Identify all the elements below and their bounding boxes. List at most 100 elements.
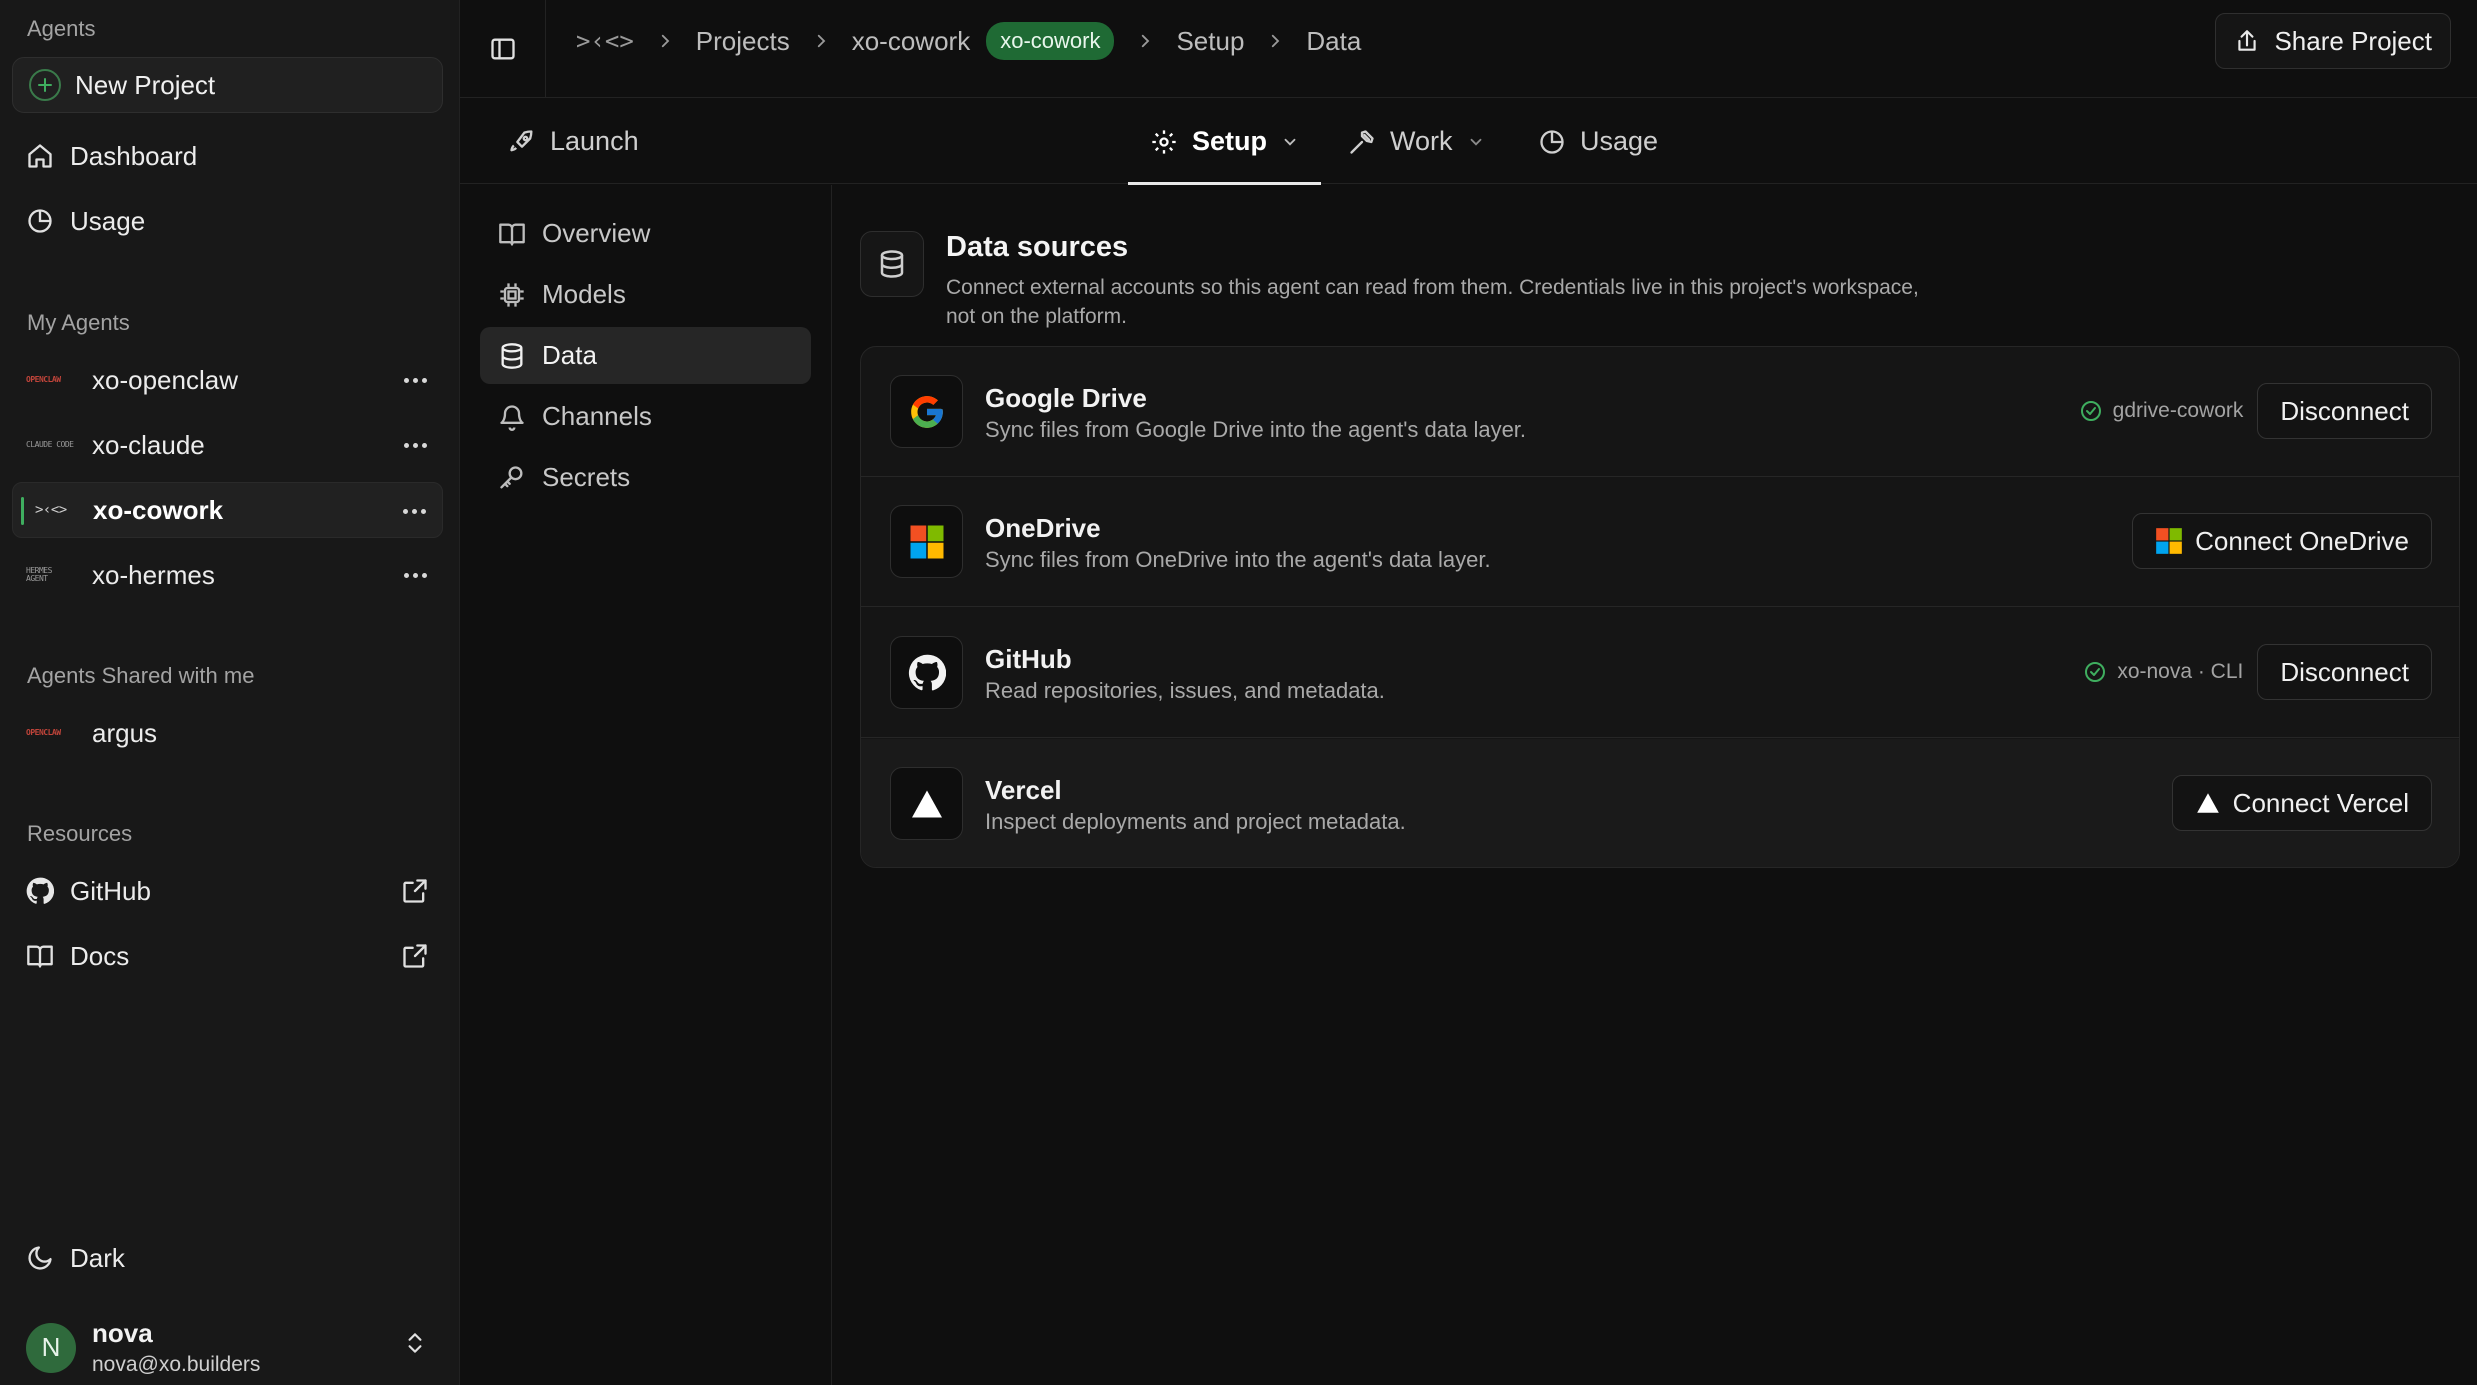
agent-name: xo-hermes	[92, 559, 215, 590]
page-description: Connect external accounts so this agent …	[946, 276, 1919, 328]
home-logo-icon[interactable]: >‹<>	[576, 27, 634, 55]
resource-github-link[interactable]: GitHub	[12, 863, 443, 919]
shared-agents-label: Agents Shared with me	[27, 663, 255, 688]
microsoft-icon	[2155, 527, 2183, 555]
service-description: Sync files from Google Drive into the ag…	[985, 417, 1527, 442]
gear-icon	[1150, 128, 1178, 156]
subnav-item-models[interactable]: Models	[480, 266, 811, 323]
agent-name: xo-openclaw	[92, 364, 238, 395]
pie-chart-icon	[26, 207, 54, 235]
disconnect-google-drive-button[interactable]: Disconnect	[2257, 383, 2432, 439]
connection-status: xo-nova · CLI	[2083, 660, 2243, 684]
agent-item-argus[interactable]: OPENCLAW argus	[12, 705, 443, 761]
external-link-icon	[401, 942, 429, 970]
button-label: Connect OneDrive	[2195, 525, 2409, 556]
share-icon	[2234, 28, 2260, 54]
data-source-google-drive: Google Drive Sync files from Google Driv…	[861, 347, 2459, 477]
breadcrumb-setup[interactable]: Setup	[1176, 26, 1244, 57]
agents-section-label: Agents	[27, 16, 96, 41]
service-description: Inspect deployments and project metadata…	[985, 809, 1406, 834]
service-description: Read repositories, issues, and metadata.	[985, 678, 1385, 703]
tab-label: Launch	[550, 126, 639, 156]
subnav-item-channels[interactable]: Channels	[480, 388, 811, 445]
share-project-button[interactable]: Share Project	[2215, 13, 2451, 69]
new-project-button[interactable]: New Project	[12, 57, 443, 113]
more-options-icon[interactable]	[401, 561, 429, 589]
chevron-right-icon	[1266, 32, 1284, 50]
cowork-logo-icon: >‹<>	[35, 502, 67, 518]
user-email: nova@xo.builders	[92, 1353, 261, 1376]
data-source-github: GitHub Read repositories, issues, and me…	[861, 608, 2459, 738]
tab-launch[interactable]: Launch	[508, 99, 639, 184]
disconnect-github-button[interactable]: Disconnect	[2257, 644, 2432, 700]
check-circle-icon	[2083, 660, 2107, 684]
agent-item-xo-openclaw[interactable]: OPENCLAW xo-openclaw	[12, 352, 443, 408]
chevron-right-icon	[1136, 32, 1154, 50]
connect-onedrive-button[interactable]: Connect OneDrive	[2132, 513, 2432, 569]
tab-usage[interactable]: Usage	[1538, 99, 1658, 184]
claude-code-logo-icon: CLAUDE CODE	[26, 440, 74, 449]
theme-toggle-button[interactable]: Dark	[12, 1230, 443, 1286]
resources-label: Resources	[27, 821, 133, 846]
service-name: GitHub	[985, 644, 1072, 674]
agent-name: xo-cowork	[93, 494, 224, 525]
setup-subnav: Overview Models Data Channels Secrets	[460, 185, 832, 1385]
main-area: >‹<> Projects xo-cowork xo-cowork Setup …	[460, 0, 2477, 1385]
project-badge: xo-cowork	[986, 22, 1115, 60]
chevron-down-icon	[1281, 133, 1299, 151]
sidebar-item-usage[interactable]: Usage	[12, 193, 443, 249]
pie-chart-icon	[1538, 128, 1566, 156]
github-icon	[890, 636, 963, 709]
new-project-label: New Project	[75, 69, 216, 100]
subnav-item-secrets[interactable]: Secrets	[480, 449, 811, 506]
agent-item-xo-cowork[interactable]: >‹<> xo-cowork	[12, 482, 443, 538]
user-profile[interactable]: N nova nova@xo.builders	[26, 1318, 260, 1377]
more-options-icon[interactable]	[400, 497, 428, 525]
connection-status: gdrive-cowork	[2079, 399, 2244, 423]
connection-account: gdrive-cowork	[2112, 399, 2244, 422]
my-agents-label: My Agents	[27, 310, 130, 335]
avatar: N	[26, 1322, 76, 1373]
tab-label: Work	[1390, 126, 1453, 156]
tab-bar: Launch Setup Work Usage	[460, 99, 2477, 185]
database-icon	[498, 342, 526, 370]
connection-account: xo-nova · CLI	[2117, 660, 2244, 683]
page-title: Data sources	[946, 231, 1129, 263]
chevron-right-icon	[812, 32, 830, 50]
button-label: Connect Vercel	[2232, 787, 2409, 818]
home-icon	[26, 142, 54, 170]
cpu-icon	[498, 281, 526, 309]
moon-icon	[26, 1244, 54, 1272]
more-options-icon[interactable]	[401, 431, 429, 459]
rocket-icon	[508, 128, 536, 156]
resource-docs-link[interactable]: Docs	[12, 928, 443, 984]
agent-name: argus	[92, 717, 158, 748]
chevrons-up-down-icon[interactable]	[402, 1330, 428, 1356]
service-name: Google Drive	[985, 383, 1147, 413]
microsoft-icon	[890, 505, 963, 578]
book-icon	[26, 942, 54, 970]
key-icon	[498, 464, 526, 492]
openclaw-logo-icon: OPENCLAW	[26, 728, 61, 737]
connect-vercel-button[interactable]: Connect Vercel	[2171, 775, 2432, 831]
subnav-item-overview[interactable]: Overview	[480, 205, 811, 262]
chevron-down-icon	[1467, 133, 1485, 151]
breadcrumb-project[interactable]: xo-cowork	[852, 26, 970, 57]
sidebar-item-dashboard[interactable]: Dashboard	[12, 128, 443, 184]
subnav-item-data[interactable]: Data	[480, 327, 811, 384]
openclaw-logo-icon: OPENCLAW	[26, 375, 61, 384]
subnav-label: Overview	[542, 218, 651, 248]
bell-icon	[498, 403, 526, 431]
agent-item-xo-claude[interactable]: CLAUDE CODE xo-claude	[12, 417, 443, 473]
more-options-icon[interactable]	[401, 366, 429, 394]
tab-work[interactable]: Work	[1348, 99, 1485, 184]
breadcrumb-projects[interactable]: Projects	[696, 26, 790, 57]
chevron-right-icon	[656, 32, 674, 50]
tab-setup[interactable]: Setup	[1127, 99, 1322, 185]
subnav-label: Data	[542, 340, 597, 370]
theme-label: Dark	[70, 1242, 125, 1273]
sidebar-toggle-button[interactable]	[460, 0, 546, 98]
vercel-icon	[2195, 790, 2221, 816]
agent-item-xo-hermes[interactable]: HERMES AGENT xo-hermes	[12, 547, 443, 603]
sidebar-item-label: Usage	[70, 205, 146, 236]
